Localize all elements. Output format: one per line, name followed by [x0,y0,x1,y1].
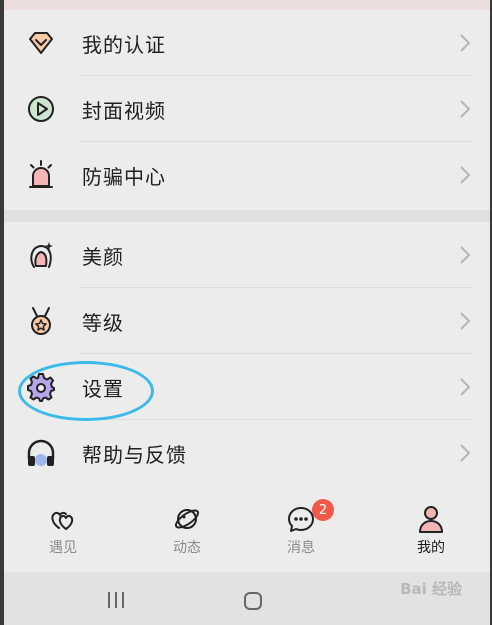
tab-label: 动态 [173,540,201,556]
menu-item-level[interactable]: 等级 [4,288,490,354]
menu-item-label: 美颜 [82,244,124,269]
headphones-help-icon [24,436,58,470]
tab-mine[interactable]: 我的 [376,490,486,572]
recent-apps-icon[interactable] [106,592,126,608]
tab-label: 遇见 [49,540,77,556]
beauty-face-icon [24,238,58,272]
menu-item-help-feedback[interactable]: 帮助与反馈 [4,420,490,486]
tab-moments[interactable]: 动态 [132,490,242,572]
menu-item-label: 帮助与反馈 [82,442,187,467]
tab-label: 消息 [287,540,315,556]
settings-highlight-annotation [18,361,154,421]
alarm-siren-icon [24,158,58,192]
menu-item-cover-video[interactable]: 封面视频 [4,76,490,142]
menu-group-1: 我的认证 封面视频 防骗中心 [4,10,490,210]
chevron-right-icon [460,246,471,264]
chevron-right-icon [460,166,471,184]
hearts-meet-icon [51,511,74,530]
top-strip [4,0,490,10]
medal-level-icon [24,304,58,338]
play-video-icon [24,92,58,126]
menu-item-label: 封面视频 [82,98,166,123]
menu-item-label: 等级 [82,310,124,335]
menu-item-anti-fraud[interactable]: 防骗中心 [4,142,490,208]
tab-messages[interactable]: 2 消息 [246,490,356,572]
bottom-tab-bar: 遇见 动态 2 消息 我的 [4,490,490,572]
menu-item-label: 我的认证 [82,32,166,57]
menu-group-2: 美颜 等级 设置 帮助与反馈 [4,222,490,488]
chevron-right-icon [460,34,471,52]
planet-moments-icon [174,509,200,529]
tab-label: 我的 [417,540,445,556]
chevron-right-icon [460,378,471,396]
person-profile-icon [419,506,443,533]
certified-diamond-icon [24,26,58,60]
tab-meet[interactable]: 遇见 [8,490,118,572]
menu-item-certification[interactable]: 我的认证 [4,10,490,76]
unread-badge: 2 [312,499,334,521]
chevron-right-icon [460,312,471,330]
baidu-watermark: Bai 经验 [400,580,462,598]
chevron-right-icon [460,100,471,118]
chevron-right-icon [460,444,471,462]
section-gap [4,210,490,222]
menu-item-label: 防骗中心 [82,164,166,189]
home-icon[interactable] [242,590,264,612]
menu-item-beauty[interactable]: 美颜 [4,222,490,288]
